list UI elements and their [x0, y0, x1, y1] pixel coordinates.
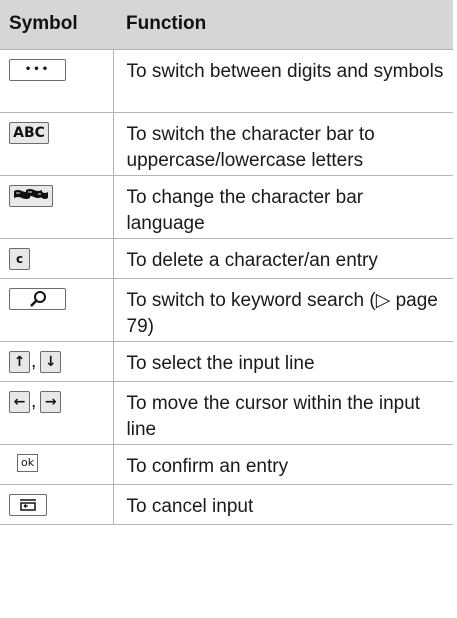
function-cell: To switch the character bar to uppercase…: [113, 111, 453, 175]
symbol-cell: •••: [0, 48, 114, 112]
arrow-up-icon: ↑: [9, 350, 30, 373]
arrow-down-icon: ↓: [40, 350, 62, 373]
abc-key-icon: ABC: [9, 121, 49, 144]
back-key: [9, 493, 47, 516]
page: Symbol Function ••• To switch between di…: [0, 0, 457, 618]
table-row: To cancel input: [0, 483, 453, 525]
table-header-row: Symbol Function: [0, 0, 453, 49]
keyword-search-key: [9, 287, 66, 310]
symbol-cell: ←, →: [0, 380, 114, 444]
arrow-left-icon: ←: [9, 390, 30, 413]
function-cell: To change the character bar language: [113, 174, 453, 238]
symbol-cell: ok: [0, 443, 114, 484]
separator: ,: [31, 390, 37, 412]
table-row: To switch to keyword search (▷ page 79): [0, 277, 453, 341]
table-row: To change the character bar language: [0, 174, 453, 238]
ok-key-icon: ok: [17, 453, 39, 472]
table-row: ABC To switch the character bar to upper…: [0, 111, 453, 175]
arrow-right-icon: →: [40, 390, 62, 413]
table-row: ↑, ↓ To select the input line: [0, 340, 453, 381]
symbol-function-table: Symbol Function ••• To switch between di…: [0, 0, 453, 525]
symbol-cell: c: [0, 237, 114, 278]
function-column-header: Function: [126, 13, 207, 35]
function-cell: To move the cursor within the input line: [113, 380, 453, 444]
symbol-cell: ↑, ↓: [0, 340, 114, 381]
symbol-cell: [0, 483, 114, 525]
symbol-column-header: Symbol: [9, 13, 78, 35]
function-cell: To switch between digits and symbols: [113, 48, 453, 112]
table-row: ••• To switch between digits and symbols: [0, 48, 453, 112]
separator: ,: [31, 350, 37, 372]
delete-key-icon: c: [9, 247, 30, 270]
symbol-cell: ABC: [0, 111, 114, 175]
search-icon: [29, 290, 46, 307]
function-cell: To confirm an entry: [113, 443, 453, 484]
function-cell: To delete a character/an entry: [113, 237, 453, 278]
table-row: c To delete a character/an entry: [0, 237, 453, 278]
table-row: ←, → To move the cursor within the input …: [0, 380, 453, 444]
function-cell: To select the input line: [113, 340, 453, 381]
back-icon: [20, 498, 36, 511]
table-row: ok To confirm an entry: [0, 443, 453, 484]
function-cell: To cancel input: [113, 483, 453, 525]
symbol-cell: [0, 277, 114, 341]
digits-symbols-key-icon: •••: [9, 58, 66, 81]
symbol-cell: [0, 174, 114, 238]
flags-icon: [14, 188, 48, 202]
function-cell: To switch to keyword search (▷ page 79): [113, 277, 453, 341]
language-flags-icon: [9, 184, 53, 207]
